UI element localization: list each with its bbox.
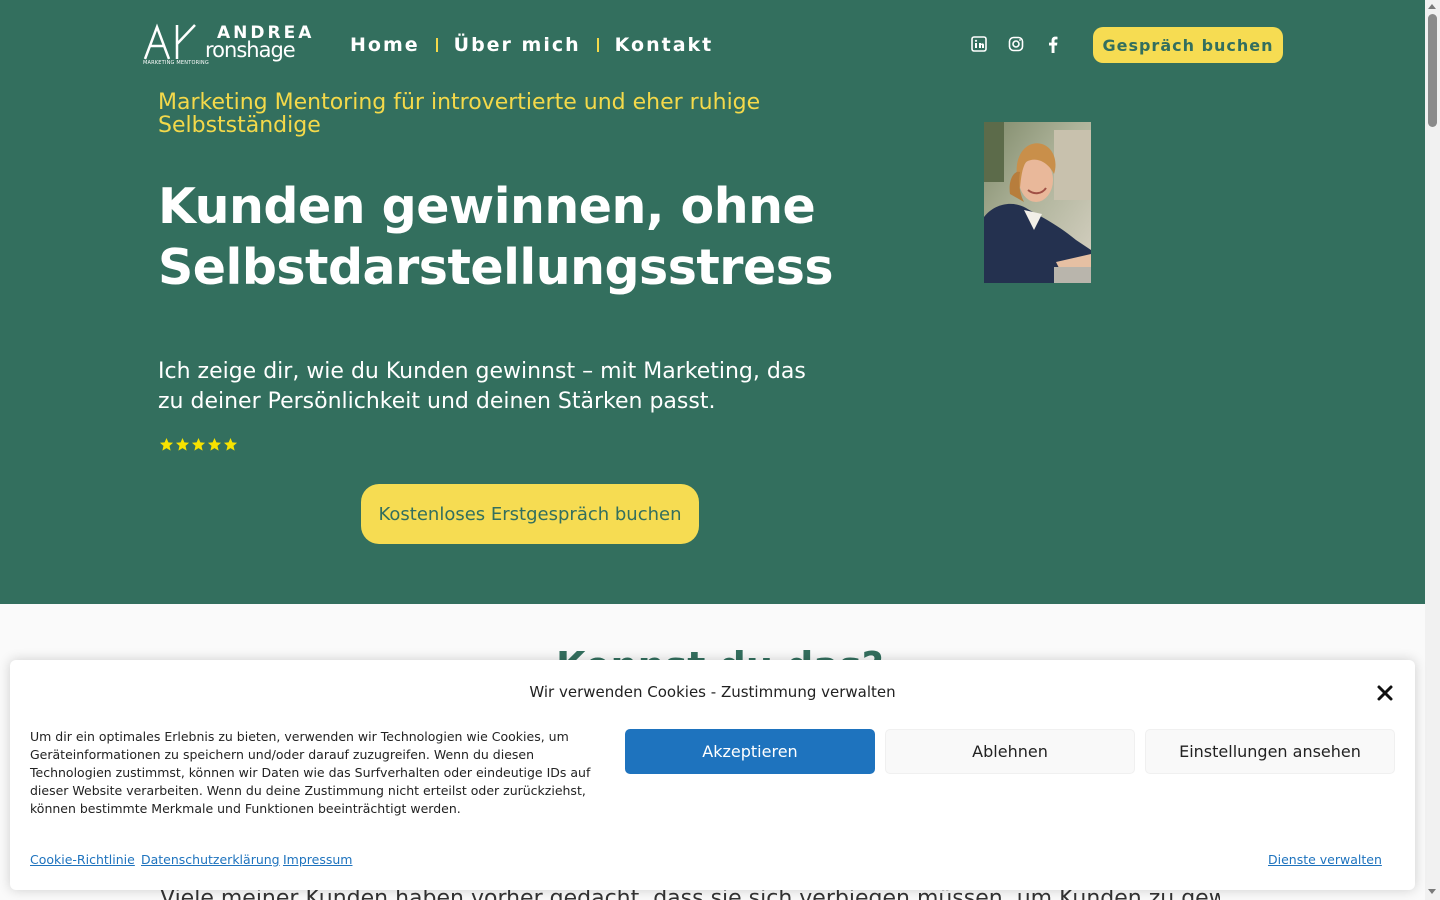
cookie-consent-banner: Wir verwenden Cookies - Zustimmung verwa… (10, 660, 1415, 890)
cookie-banner-title: Wir verwenden Cookies - Zustimmung verwa… (529, 683, 896, 701)
privacy-policy-link[interactable]: Datenschutzerklärung (141, 852, 280, 867)
cookie-policy-link[interactable]: Cookie-Richtlinie (30, 852, 135, 867)
scrollbar-thumb[interactable] (1428, 14, 1437, 127)
deny-cookies-button[interactable]: Ablehnen (885, 729, 1135, 774)
hero-section: ANDREA ronshage MARKETING MENTORING Home… (0, 0, 1425, 604)
logo-subtitle: MARKETING MENTORING (143, 60, 209, 66)
scroll-down-arrow-icon[interactable] (1428, 889, 1436, 894)
imprint-link[interactable]: Impressum (283, 852, 352, 867)
accept-cookies-button[interactable]: Akzeptieren (625, 729, 875, 774)
nav-item-contact[interactable]: Kontakt (615, 34, 714, 56)
star-icon (159, 437, 174, 451)
brand-logo[interactable]: ANDREA ronshage MARKETING MENTORING (143, 22, 313, 68)
nav-divider (435, 38, 438, 52)
rating-stars (159, 437, 238, 452)
close-icon[interactable] (1374, 682, 1396, 704)
star-icon (207, 437, 222, 451)
main-nav: Home Über mich Kontakt (350, 32, 713, 58)
star-icon (191, 437, 206, 451)
star-icon (223, 437, 238, 451)
logo-last-name: ronshage (205, 38, 296, 62)
nav-divider (596, 38, 599, 52)
view-settings-button[interactable]: Einstellungen ansehen (1145, 729, 1395, 774)
instagram-icon[interactable] (1006, 34, 1026, 54)
star-icon (175, 437, 190, 451)
hero-tagline: Marketing Mentoring für introvertierte u… (158, 90, 761, 138)
vertical-scrollbar[interactable] (1425, 0, 1440, 900)
facebook-icon[interactable] (1043, 34, 1063, 54)
book-call-button[interactable]: Gespräch buchen (1093, 27, 1283, 63)
hero-lead: Ich zeige dir, wie du Kunden gewinnst – … (158, 359, 806, 414)
scroll-up-arrow-icon[interactable] (1428, 4, 1436, 9)
nav-item-home[interactable]: Home (350, 34, 420, 56)
manage-services-link[interactable]: Dienste verwalten (1268, 852, 1382, 867)
logo-mark-icon (143, 23, 196, 60)
free-consultation-button[interactable]: Kostenloses Erstgespräch buchen (361, 484, 699, 544)
linkedin-icon[interactable] (969, 34, 989, 54)
hero-headline: Kunden gewinnen, ohne Selbstdarstellungs… (158, 178, 834, 296)
portrait-photo (984, 122, 1091, 283)
cookie-banner-text: Um dir ein optimales Erlebnis zu bieten,… (30, 729, 591, 816)
nav-item-about[interactable]: Über mich (454, 34, 581, 56)
